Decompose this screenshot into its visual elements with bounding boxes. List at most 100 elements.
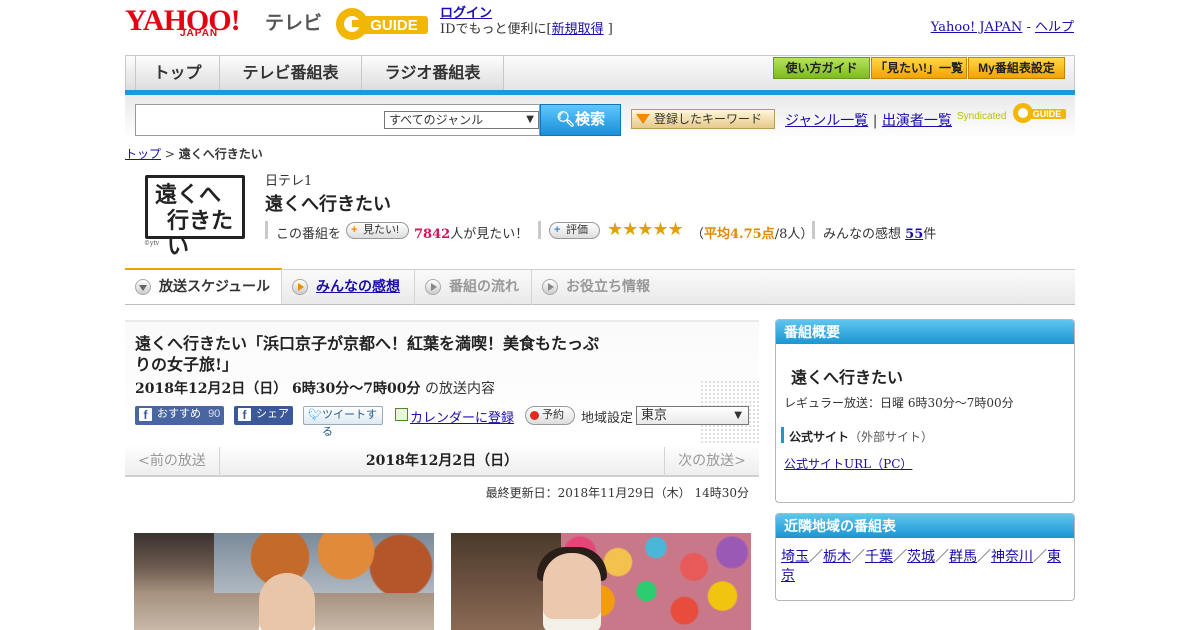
region-select[interactable]: 東京 ▼	[636, 406, 749, 425]
genre-select-value: すべてのジャンル	[389, 113, 484, 127]
region-link-tochigi[interactable]: 栃木	[823, 549, 851, 565]
nav-tab-tv-schedule[interactable]: テレビ番組表	[220, 56, 362, 91]
episode-title: 遠くへ行きたい「浜口京子が京都へ！紅葉を満喫！美食もたっぷりの女子旅!」	[135, 334, 600, 374]
help-link[interactable]: ヘルプ	[1035, 20, 1074, 35]
episode-photo[interactable]	[451, 533, 751, 630]
fb-like-label: おすすめ	[157, 408, 201, 420]
plus-icon: +	[351, 224, 358, 236]
channel-name: 日テレ1	[265, 174, 313, 189]
divider	[812, 221, 815, 239]
region-label: 地域設定	[581, 411, 634, 426]
plus-icon: +	[554, 224, 561, 236]
facebook-share-button[interactable]: f シェア	[234, 406, 293, 425]
previous-broadcast-button[interactable]: <前の放送	[125, 447, 220, 477]
facebook-icon: f	[238, 408, 251, 422]
nav-tab-top[interactable]: トップ	[136, 56, 220, 91]
program-logo-line2: 行きたい	[167, 208, 234, 259]
program-overview-box: 番組概要	[775, 319, 1075, 503]
tab-label: 番組の流れ	[449, 278, 519, 294]
region-link-ibaraki[interactable]: 茨城	[907, 549, 935, 565]
want-count: 7842	[414, 227, 451, 242]
tweet-button[interactable]: 🐦︎ ツイートする	[303, 406, 383, 438]
usage-guide-button[interactable]: 使い方ガイド	[773, 57, 870, 79]
breadcrumb-current: 遠くへ行きたい	[178, 147, 263, 161]
region-sep: ／	[977, 549, 991, 565]
photo-person	[259, 573, 315, 630]
divider	[265, 221, 268, 239]
tab-program-flow: 番組の流れ	[415, 270, 532, 305]
login-link[interactable]: ログイン	[440, 6, 492, 21]
episode-date: 2018年12月2日（日） 6時30分～7時00分 の放送内容	[135, 378, 495, 398]
search-links-divider: |	[872, 113, 878, 129]
want-suffix: 人が見たい！	[450, 227, 529, 242]
syndicated-label: Syndicated	[957, 111, 1007, 122]
rate-button-label: 評価	[566, 224, 588, 236]
section-marker	[781, 427, 784, 443]
rating-text: （平均4.75点/8人）	[691, 223, 813, 242]
official-site-url-link[interactable]: 公式サイトURL（PC）	[784, 455, 912, 472]
search-icon: 🔍︎	[555, 111, 576, 128]
comments-text: みんなの感想 55件	[823, 223, 936, 242]
search-button[interactable]: 🔍︎検索	[540, 104, 621, 136]
overview-heading: 番組概要	[776, 320, 1074, 344]
comments-count-link[interactable]: 55	[905, 227, 923, 242]
region-link-gunma[interactable]: 群馬	[949, 549, 977, 565]
divider	[538, 221, 541, 239]
comments-suffix: 件	[923, 227, 937, 242]
want-button[interactable]: + 見たい!	[346, 222, 409, 239]
svg-text:GUIDE: GUIDE	[370, 17, 418, 34]
next-broadcast-button[interactable]: 次の放送>	[664, 447, 759, 477]
region-link-saitama[interactable]: 埼玉	[781, 549, 809, 565]
rate-button[interactable]: + 評価	[549, 222, 600, 239]
region-sep: ／	[1033, 549, 1047, 565]
episode-date-suffix: の放送内容	[424, 381, 495, 397]
tv-logo-text[interactable]: テレビ	[265, 8, 322, 35]
gguide-logo[interactable]: GUIDE	[334, 6, 432, 42]
tab-everyone-comments[interactable]: みんなの感想	[282, 270, 415, 305]
performer-list-link[interactable]: 出演者一覧	[882, 113, 952, 129]
yahoo-japan-link[interactable]: Yahoo! JAPAN	[931, 20, 1023, 35]
episode-date-time: 2018年12月2日（日） 6時30分～7時00分	[135, 381, 421, 397]
regular-broadcast: レギュラー放送：日曜 6時30分～7時00分	[784, 396, 1014, 410]
nearby-region-links: 埼玉／栃木／千葉／茨城／群馬／神奈川／東京	[781, 548, 1071, 586]
fb-like-count: 90	[208, 408, 221, 420]
signup-link[interactable]: 新規取得	[552, 22, 604, 37]
program-title: 遠くへ行きたい	[265, 194, 391, 215]
search-button-label: 検索	[575, 111, 606, 128]
nav-spacer	[126, 56, 136, 91]
genre-select[interactable]: すべてのジャンル ▼	[384, 111, 539, 129]
nav-tab-radio-schedule[interactable]: ラジオ番組表	[362, 56, 504, 91]
region-link-kanagawa[interactable]: 神奈川	[991, 549, 1033, 565]
tab-label: みんなの感想	[316, 278, 400, 294]
region-select-value: 東京	[641, 408, 668, 423]
login-note-end: ]	[607, 22, 613, 37]
want-list-button[interactable]: 「見たい!」一覧	[871, 57, 967, 79]
breadcrumb-top-link[interactable]: トップ	[125, 147, 161, 161]
tab-broadcast-schedule[interactable]: 放送スケジュール	[125, 268, 282, 304]
circle-arrow-icon	[292, 279, 308, 295]
region-sep: ／	[935, 549, 949, 565]
yahoo-japan-logo-sub: JAPAN	[180, 28, 219, 39]
official-site-note: （外部サイト）	[849, 430, 934, 444]
region-sep: ／	[851, 549, 865, 565]
saved-keywords-label: 登録したキーワード	[654, 112, 763, 126]
add-to-calendar-link[interactable]: カレンダーに登録	[395, 407, 514, 426]
saved-keywords-button[interactable]: 登録したキーワード	[631, 109, 775, 129]
my-schedule-settings-button[interactable]: My番組表設定	[968, 57, 1065, 79]
record-dot-icon	[530, 411, 539, 420]
reserve-label: 予約	[542, 409, 564, 421]
region-link-chiba[interactable]: 千葉	[865, 549, 893, 565]
comments-label: みんなの感想	[823, 227, 902, 242]
overview-program-name: 遠くへ行きたい	[791, 368, 904, 387]
facebook-like-button[interactable]: f おすすめ 90	[135, 406, 224, 425]
episode-photo[interactable]	[134, 533, 434, 630]
tab-label: お役立ち情報	[566, 278, 650, 294]
chevron-down-icon: ▼	[734, 410, 742, 421]
top-links-sep: -	[1022, 20, 1035, 35]
reserve-button[interactable]: 予約	[525, 406, 575, 425]
rating-stars-icon: ★★★★★	[607, 219, 684, 240]
genre-list-link[interactable]: ジャンル一覧	[785, 113, 868, 129]
photo-person	[543, 553, 601, 630]
svg-text:GUIDE: GUIDE	[1033, 109, 1062, 119]
want-count-text: 7842人が見たい！	[414, 223, 528, 242]
